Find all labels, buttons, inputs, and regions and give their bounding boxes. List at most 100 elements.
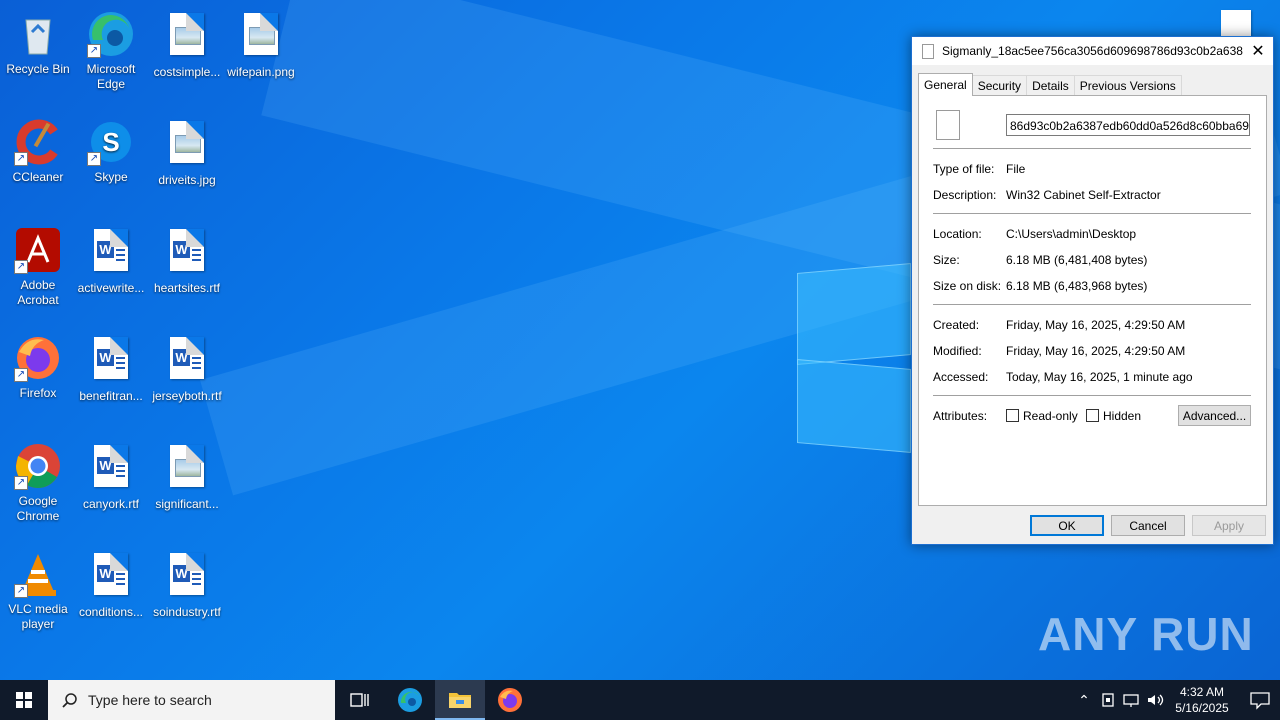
firefox-icon: ↗ (14, 334, 62, 382)
readonly-checkbox[interactable]: Read-only (1006, 409, 1078, 423)
acrobat-icon: ↗ (14, 226, 62, 274)
desktop-icon[interactable]: driveits.jpg (149, 118, 225, 188)
desktop-file-icon[interactable] (1221, 10, 1251, 36)
taskbar-clock[interactable]: 4:32 AM 5/16/2025 (1168, 684, 1236, 716)
tab-general[interactable]: General (918, 73, 973, 96)
divider (933, 395, 1251, 396)
desktop-icon[interactable]: Wsoindustry.rtf (149, 550, 225, 620)
word-document-icon: W (87, 553, 135, 601)
windows-logo-pane-tl (797, 263, 911, 365)
hidden-checkbox[interactable]: Hidden (1086, 409, 1141, 423)
tab-strip: General Security Details Previous Versio… (918, 73, 1182, 96)
desktop-icon[interactable]: Wjerseyboth.rtf (149, 334, 225, 404)
desktop-icon[interactable]: ↗ Firefox (0, 334, 76, 401)
notification-icon[interactable] (1240, 690, 1280, 710)
shortcut-arrow-icon: ↗ (14, 260, 28, 274)
word-document-icon: W (87, 229, 135, 277)
desktop-icon-label: soindustry.rtf (153, 605, 221, 619)
advanced-button[interactable]: Advanced... (1178, 405, 1251, 426)
desktop-icon[interactable]: S ↗ Skype (73, 118, 149, 185)
chrome-icon: ↗ (14, 442, 62, 490)
tab-details[interactable]: Details (1026, 75, 1075, 96)
search-placeholder: Type here to search (88, 692, 212, 708)
device-icon[interactable] (1096, 692, 1120, 708)
image-file-icon (163, 445, 211, 493)
accessed-value: Today, May 16, 2025, 1 minute ago (1006, 370, 1193, 384)
size-on-disk-value: 6.18 MB (6,483,968 bytes) (1006, 279, 1148, 293)
clock-date: 5/16/2025 (1175, 701, 1229, 715)
ok-button[interactable]: OK (1030, 515, 1104, 536)
file-type-icon (936, 110, 960, 140)
desktop-icon[interactable]: wifepain.png (223, 10, 299, 80)
hidden-label: Hidden (1103, 409, 1142, 423)
type-value: File (1006, 162, 1026, 176)
volume-icon[interactable] (1144, 692, 1168, 708)
desktop-icon[interactable]: ↗ VLC media player (0, 550, 76, 632)
desktop-icon-label: Firefox (19, 386, 57, 400)
modified-value: Friday, May 16, 2025, 4:29:50 AM (1006, 344, 1186, 358)
image-file-icon (170, 13, 204, 55)
cancel-button[interactable]: Cancel (1111, 515, 1185, 536)
taskbar-edge[interactable] (385, 680, 435, 720)
divider (933, 213, 1251, 214)
desktop-icon[interactable]: ↗ Google Chrome (0, 442, 76, 524)
desktop-icon[interactable]: Wbenefitran... (73, 334, 149, 404)
chevron-up-icon[interactable]: ⌃ (1072, 692, 1096, 709)
desktop-icon[interactable]: Wheartsites.rtf (149, 226, 225, 296)
desktop-icon-label: canyork.rtf (82, 497, 139, 511)
image-file-icon (244, 13, 278, 55)
hidden-check-box[interactable] (1086, 409, 1099, 422)
start-button[interactable] (0, 680, 48, 720)
desktop-icon[interactable]: costsimple... (149, 10, 225, 80)
readonly-label: Read-only (1023, 409, 1078, 423)
desktop-icon-label: driveits.jpg (158, 173, 216, 187)
network-icon[interactable] (1120, 692, 1144, 708)
windows-logo-pane-bl (797, 359, 911, 453)
properties-dialog: Sigmanly_18ac5ee756ca3056d609698786d93c0… (911, 36, 1274, 545)
system-tray: ⌃ 4:32 AM 5/16/2025 (1072, 680, 1280, 720)
description-value: Win32 Cabinet Self-Extractor (1006, 188, 1161, 202)
task-view-button[interactable] (335, 680, 385, 720)
taskbar-file-explorer[interactable] (435, 680, 485, 720)
desktop-icon[interactable]: Recycle Bin (0, 10, 76, 77)
desktop-icon[interactable]: ↗ Adobe Acrobat (0, 226, 76, 308)
desktop-icon-label: wifepain.png (227, 65, 295, 79)
tab-security[interactable]: Security (971, 75, 1028, 96)
close-icon[interactable]: ✕ (1243, 41, 1273, 61)
image-file-icon (170, 121, 204, 163)
tab-previous-versions[interactable]: Previous Versions (1073, 75, 1182, 96)
file-icon (922, 43, 934, 59)
desktop-icon-label: Microsoft Edge (86, 62, 136, 91)
readonly-check-box[interactable] (1006, 409, 1019, 422)
word-document-icon: W (94, 553, 128, 595)
desktop-icon-label: VLC media player (8, 602, 68, 631)
firefox-icon (498, 688, 522, 712)
desktop-icon[interactable]: ↗ CCleaner (0, 118, 76, 185)
divider (933, 148, 1251, 149)
taskbar-search-box[interactable]: Type here to search (48, 680, 335, 720)
desktop-icon[interactable]: Wcanyork.rtf (73, 442, 149, 512)
desktop-icon-label: CCleaner (12, 170, 64, 184)
image-file-icon (163, 13, 211, 61)
desktop-icon-label: Google Chrome (16, 494, 60, 523)
desktop-icon[interactable]: ↗ Microsoft Edge (73, 10, 149, 92)
apply-button[interactable]: Apply (1192, 515, 1266, 536)
shortcut-arrow-icon: ↗ (87, 152, 101, 166)
taskbar-firefox[interactable] (485, 680, 535, 720)
image-file-icon (170, 445, 204, 487)
desktop-icon-label: jerseyboth.rtf (152, 389, 222, 403)
filename-field[interactable]: 86d93c0b2a6387edb60dd0a526d8c60bba69dd51 (1006, 114, 1250, 136)
attributes-label: Attributes: (933, 409, 988, 423)
desktop-icon[interactable]: significant... (149, 442, 225, 512)
desktop-icon[interactable]: Wconditions... (73, 550, 149, 620)
dialog-titlebar[interactable]: Sigmanly_18ac5ee756ca3056d609698786d93c0… (912, 37, 1273, 65)
folder-icon (449, 693, 471, 708)
desktop-icon[interactable]: Wactivewrite... (73, 226, 149, 296)
skype-icon: S ↗ (87, 118, 135, 166)
word-document-icon: W (163, 229, 211, 277)
desktop-icon-label: benefitran... (79, 389, 143, 403)
vlc-icon: ↗ (14, 550, 62, 598)
size-on-disk-label: Size on disk: (933, 279, 1002, 293)
edge-icon: ↗ (87, 10, 135, 58)
search-icon (62, 693, 77, 708)
